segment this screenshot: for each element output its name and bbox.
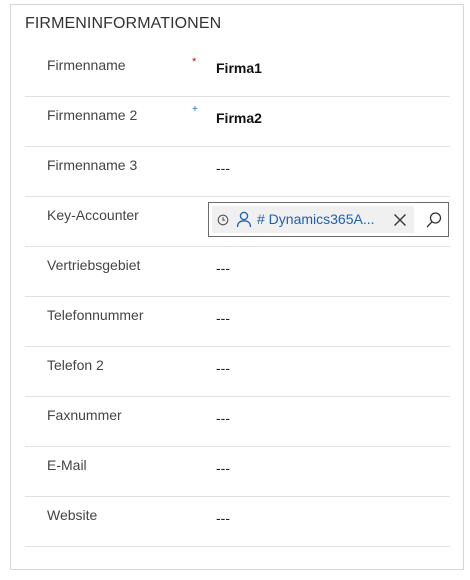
field-row-faxnummer: Faxnummer --- <box>25 397 450 447</box>
field-label-firmenname: Firmenname <box>47 57 126 73</box>
field-value-telefonnummer[interactable]: --- <box>216 310 230 326</box>
field-value-firmenname-2[interactable]: Firma2 <box>216 110 262 126</box>
field-label-email: E-Mail <box>47 457 87 473</box>
required-indicator: * <box>192 56 197 68</box>
recommended-indicator: + <box>192 104 198 115</box>
field-list: Firmenname * Firma1 Firmenname 2 + Firma… <box>25 47 450 547</box>
field-row-telefonnummer: Telefonnummer --- <box>25 297 450 347</box>
field-value-firmenname-3[interactable]: --- <box>216 160 230 176</box>
clock-icon <box>217 213 229 231</box>
field-value-faxnummer[interactable]: --- <box>216 410 230 426</box>
field-label-firmenname-2: Firmenname 2 <box>47 107 138 123</box>
field-label-telefon-2: Telefon 2 <box>47 357 104 373</box>
field-label-faxnummer: Faxnummer <box>47 407 122 423</box>
field-row-vertriebsgebiet: Vertriebsgebiet --- <box>25 247 450 297</box>
field-label-telefonnummer: Telefonnummer <box>47 307 144 323</box>
field-value-firmenname[interactable]: Firma1 <box>216 60 262 76</box>
lookup-selected-record[interactable]: # Dynamics365A... <box>212 206 414 233</box>
company-info-panel: FIRMENINFORMATIONEN Firmenname * Firma1 … <box>10 4 464 570</box>
field-row-email: E-Mail --- <box>25 447 450 497</box>
field-label-website: Website <box>47 507 98 523</box>
key-accounter-lookup[interactable]: # Dynamics365A... <box>208 202 449 237</box>
person-icon <box>236 211 252 233</box>
field-label-vertriebsgebiet: Vertriebsgebiet <box>47 257 141 273</box>
field-row-firmenname-2: Firmenname 2 + Firma2 <box>25 97 450 147</box>
field-row-telefon-2: Telefon 2 --- <box>25 347 450 397</box>
search-icon[interactable] <box>425 211 443 234</box>
lookup-record-name[interactable]: # Dynamics365A... <box>257 211 375 227</box>
field-row-firmenname: Firmenname * Firma1 <box>25 47 450 97</box>
field-label-key-accounter: Key-Accounter <box>47 207 139 223</box>
field-row-key-accounter: Key-Accounter # Dynamics365A... <box>25 197 450 247</box>
close-icon[interactable] <box>393 213 407 232</box>
section-title: FIRMENINFORMATIONEN <box>25 15 222 32</box>
field-label-firmenname-3: Firmenname 3 <box>47 157 138 173</box>
field-row-website: Website --- <box>25 497 450 547</box>
field-value-telefon-2[interactable]: --- <box>216 360 230 376</box>
field-value-email[interactable]: --- <box>216 460 230 476</box>
field-value-website[interactable]: --- <box>216 510 230 526</box>
field-value-vertriebsgebiet[interactable]: --- <box>216 260 230 276</box>
field-row-firmenname-3: Firmenname 3 --- <box>25 147 450 197</box>
